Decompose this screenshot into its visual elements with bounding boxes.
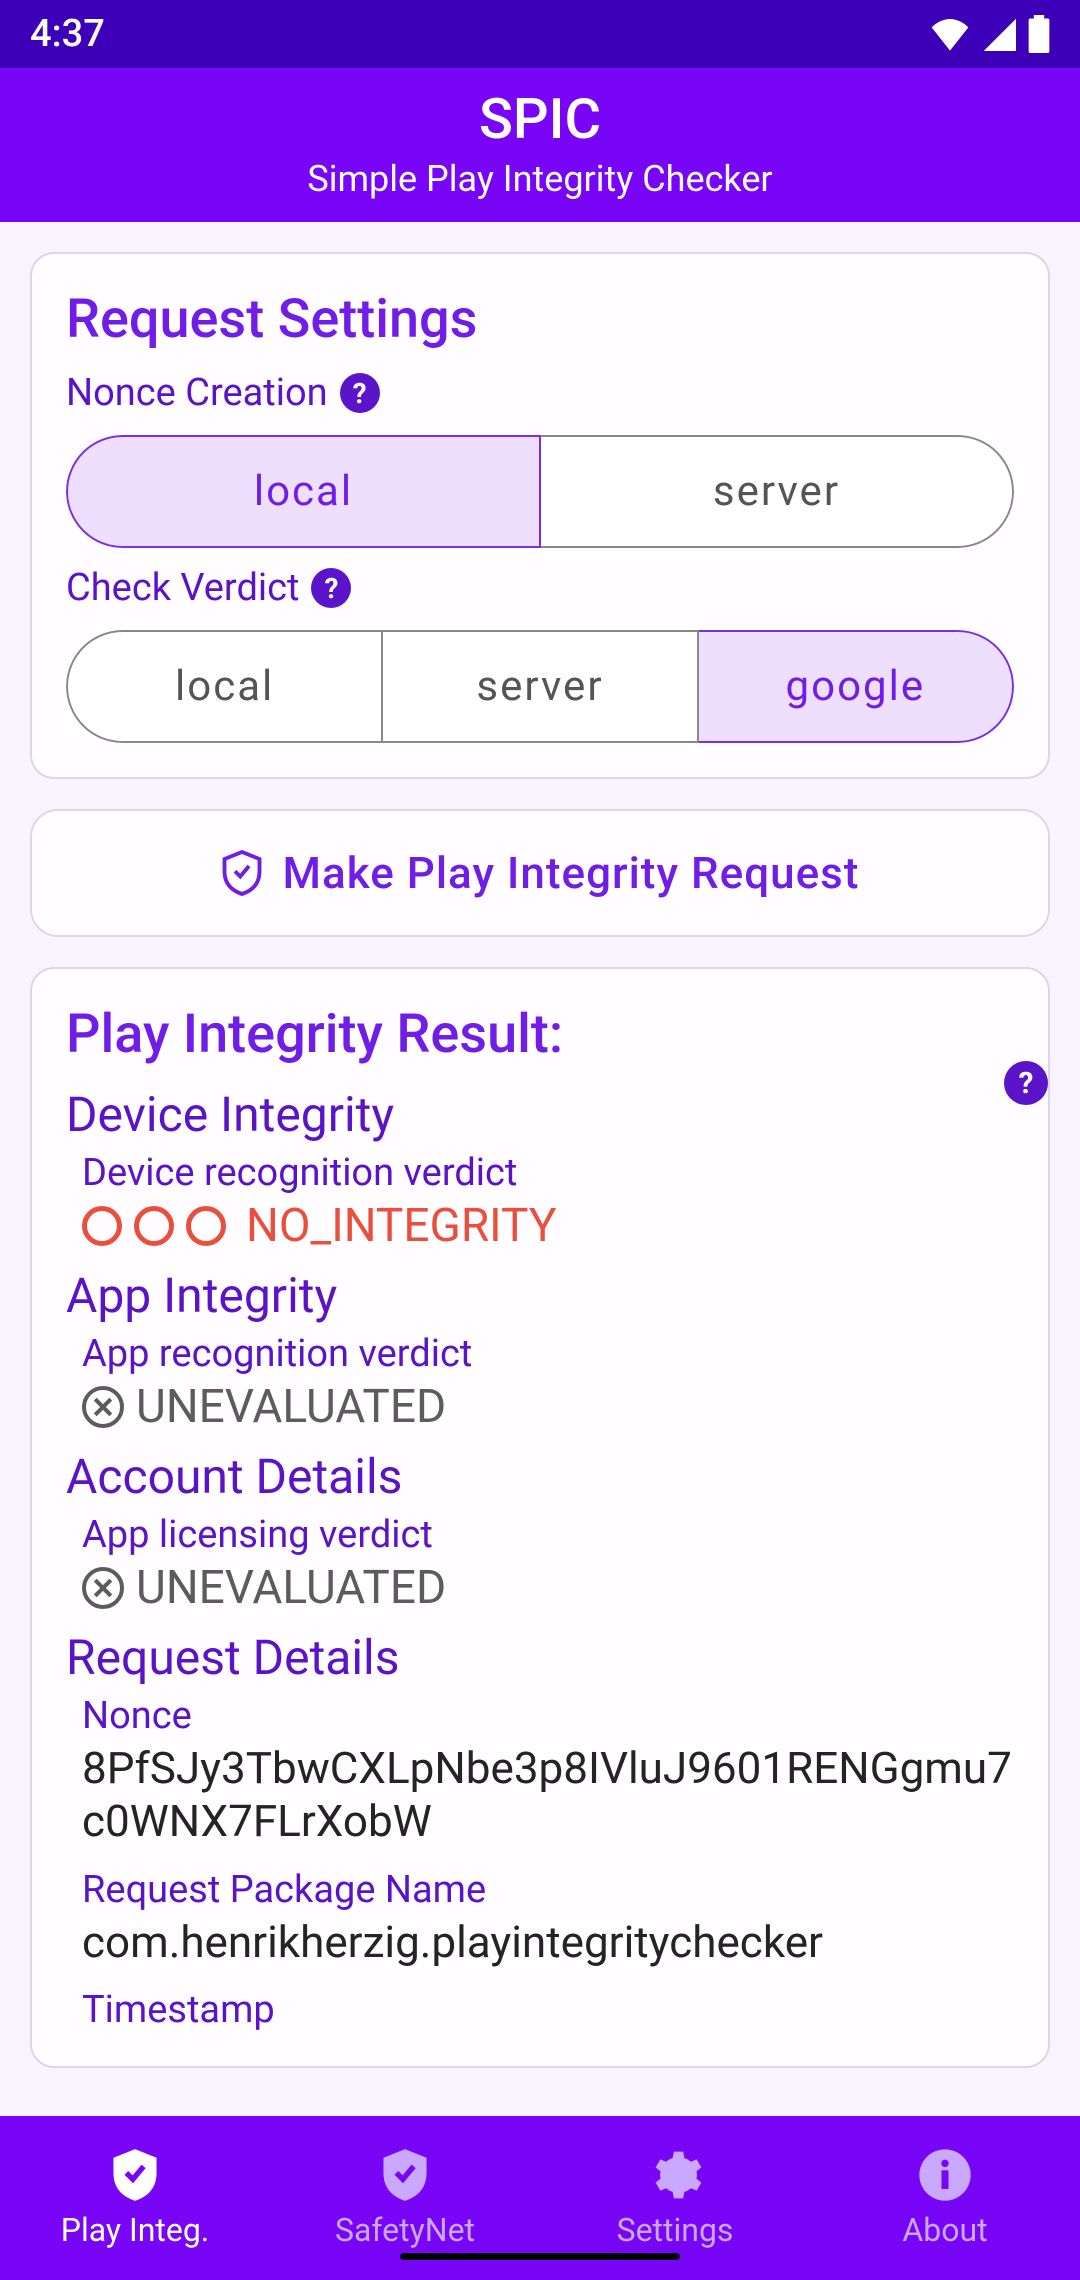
device-verdict-label: Device recognition verdict: [82, 1151, 1014, 1195]
request-details-header: Request Details: [66, 1629, 1014, 1686]
signal-icon: [982, 17, 1016, 51]
circle-x-icon: [82, 1386, 124, 1428]
segment-verdict-local[interactable]: local: [66, 630, 383, 743]
gesture-handle[interactable]: [400, 2253, 680, 2260]
verdict-segmented: local server google: [66, 630, 1014, 743]
timestamp-label: Timestamp: [82, 1988, 1014, 2032]
shield-check-outline-icon: [377, 2147, 433, 2203]
nonce-creation-segmented: local server: [66, 435, 1014, 548]
device-verdict-value: NO_INTEGRITY: [82, 1199, 1014, 1253]
nav-label: Play Integ.: [61, 2211, 209, 2249]
circle-outline-icon: [134, 1206, 174, 1246]
circle-outline-icon: [82, 1206, 122, 1246]
gear-icon: [647, 2147, 703, 2203]
help-icon[interactable]: ?: [1004, 1061, 1048, 1105]
app-title: SPIC: [0, 86, 1080, 152]
make-request-button[interactable]: Make Play Integrity Request: [30, 809, 1050, 937]
result-title: Play Integrity Result:: [66, 1003, 1014, 1066]
status-time: 4:37: [30, 12, 105, 56]
battery-icon: [1028, 15, 1050, 53]
status-icons: [930, 15, 1050, 53]
segment-nonce-local[interactable]: local: [66, 435, 541, 548]
app-integrity-header: App Integrity: [66, 1267, 1014, 1324]
request-settings-title: Request Settings: [66, 288, 1014, 351]
nav-label: SafetyNet: [335, 2211, 475, 2249]
info-icon: [917, 2147, 973, 2203]
help-icon[interactable]: ?: [311, 568, 351, 608]
licensing-verdict-value: UNEVALUATED: [82, 1561, 1014, 1615]
result-card: Play Integrity Result: ? Device Integrit…: [30, 967, 1050, 2068]
segment-nonce-server[interactable]: server: [541, 435, 1014, 548]
segment-verdict-server[interactable]: server: [383, 630, 698, 743]
app-bar: SPIC Simple Play Integrity Checker: [0, 68, 1080, 222]
app-verdict-label: App recognition verdict: [82, 1332, 1014, 1376]
circle-x-icon: [82, 1567, 124, 1609]
nav-label: About: [902, 2211, 987, 2249]
package-name-label: Request Package Name: [82, 1868, 1014, 1912]
nav-label: Settings: [617, 2211, 734, 2249]
request-settings-card: Request Settings Nonce Creation ? local …: [30, 252, 1050, 779]
wifi-icon: [930, 17, 970, 51]
shield-check-icon: [107, 2147, 163, 2203]
app-verdict-value: UNEVALUATED: [82, 1380, 1014, 1434]
licensing-verdict-label: App licensing verdict: [82, 1513, 1014, 1557]
app-subtitle: Simple Play Integrity Checker: [0, 158, 1080, 200]
device-integrity-header: Device Integrity: [66, 1086, 1014, 1143]
nonce-value: 8PfSJy3TbwCXLpNbe3p8IVluJ9601RENGgmu7c0W…: [82, 1742, 1014, 1848]
shield-icon: [221, 850, 263, 896]
status-bar: 4:37: [0, 0, 1080, 68]
account-details-header: Account Details: [66, 1448, 1014, 1505]
help-icon[interactable]: ?: [340, 373, 380, 413]
nav-about[interactable]: About: [810, 2116, 1080, 2280]
package-name-value: com.henrikherzig.playintegritychecker: [82, 1916, 1014, 1969]
nonce-label: Nonce: [82, 1694, 1014, 1738]
segment-verdict-google[interactable]: google: [699, 630, 1014, 743]
circle-outline-icon: [186, 1206, 226, 1246]
check-verdict-label: Check Verdict ?: [66, 566, 1014, 610]
nonce-creation-label: Nonce Creation ?: [66, 371, 1014, 415]
nav-play-integrity[interactable]: Play Integ.: [0, 2116, 270, 2280]
